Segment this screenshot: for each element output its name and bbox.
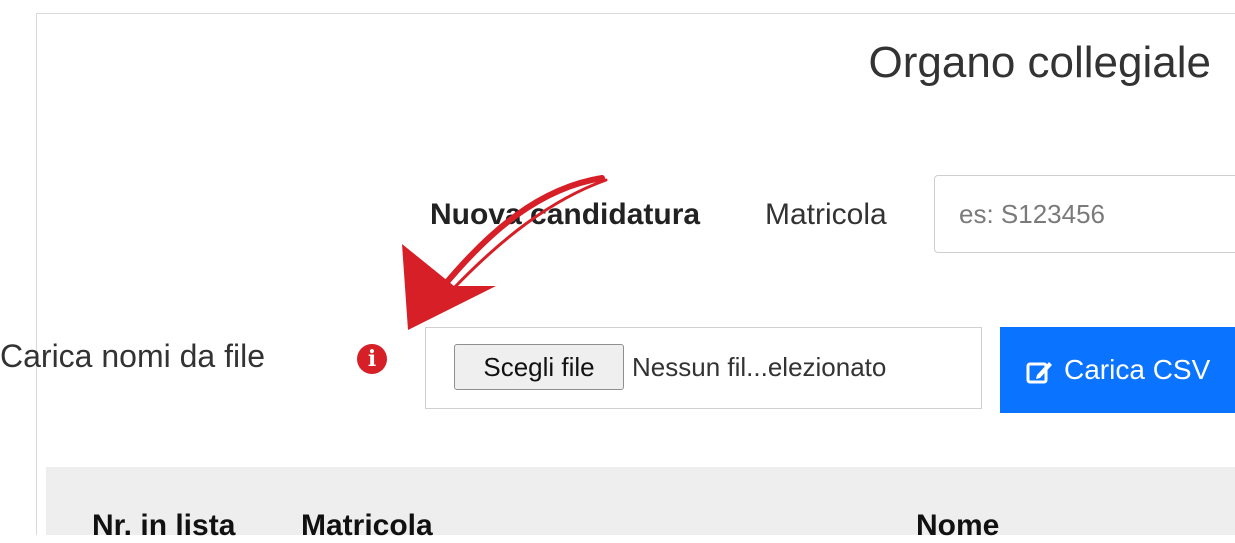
choose-file-button[interactable]: Scegli file [454,344,624,390]
upload-csv-button[interactable]: Carica CSV [1000,327,1235,413]
upload-label: Carica nomi da file [0,338,265,374]
matricola-input[interactable] [934,175,1235,253]
table-header: Nr. in lista Matricola Nome [46,467,1235,542]
info-circle-icon[interactable]: i [357,344,387,374]
matricola-label: Matricola [765,198,887,231]
column-header-number[interactable]: Nr. in lista [92,509,235,543]
new-candidate-label: Nuova candidatura [430,198,701,231]
column-header-matricola[interactable]: Matricola [301,509,433,543]
edit-icon [1026,361,1052,384]
panel-border-top [36,13,1235,14]
page-title: Organo collegiale [868,38,1211,87]
column-header-nome[interactable]: Nome [916,509,999,543]
no-file-selected-text: Nessun fil...elezionato [632,352,887,382]
upload-csv-label: Carica CSV [1064,354,1211,385]
file-picker[interactable]: Scegli file Nessun fil...elezionato [425,327,982,409]
panel-border-left [36,13,37,535]
